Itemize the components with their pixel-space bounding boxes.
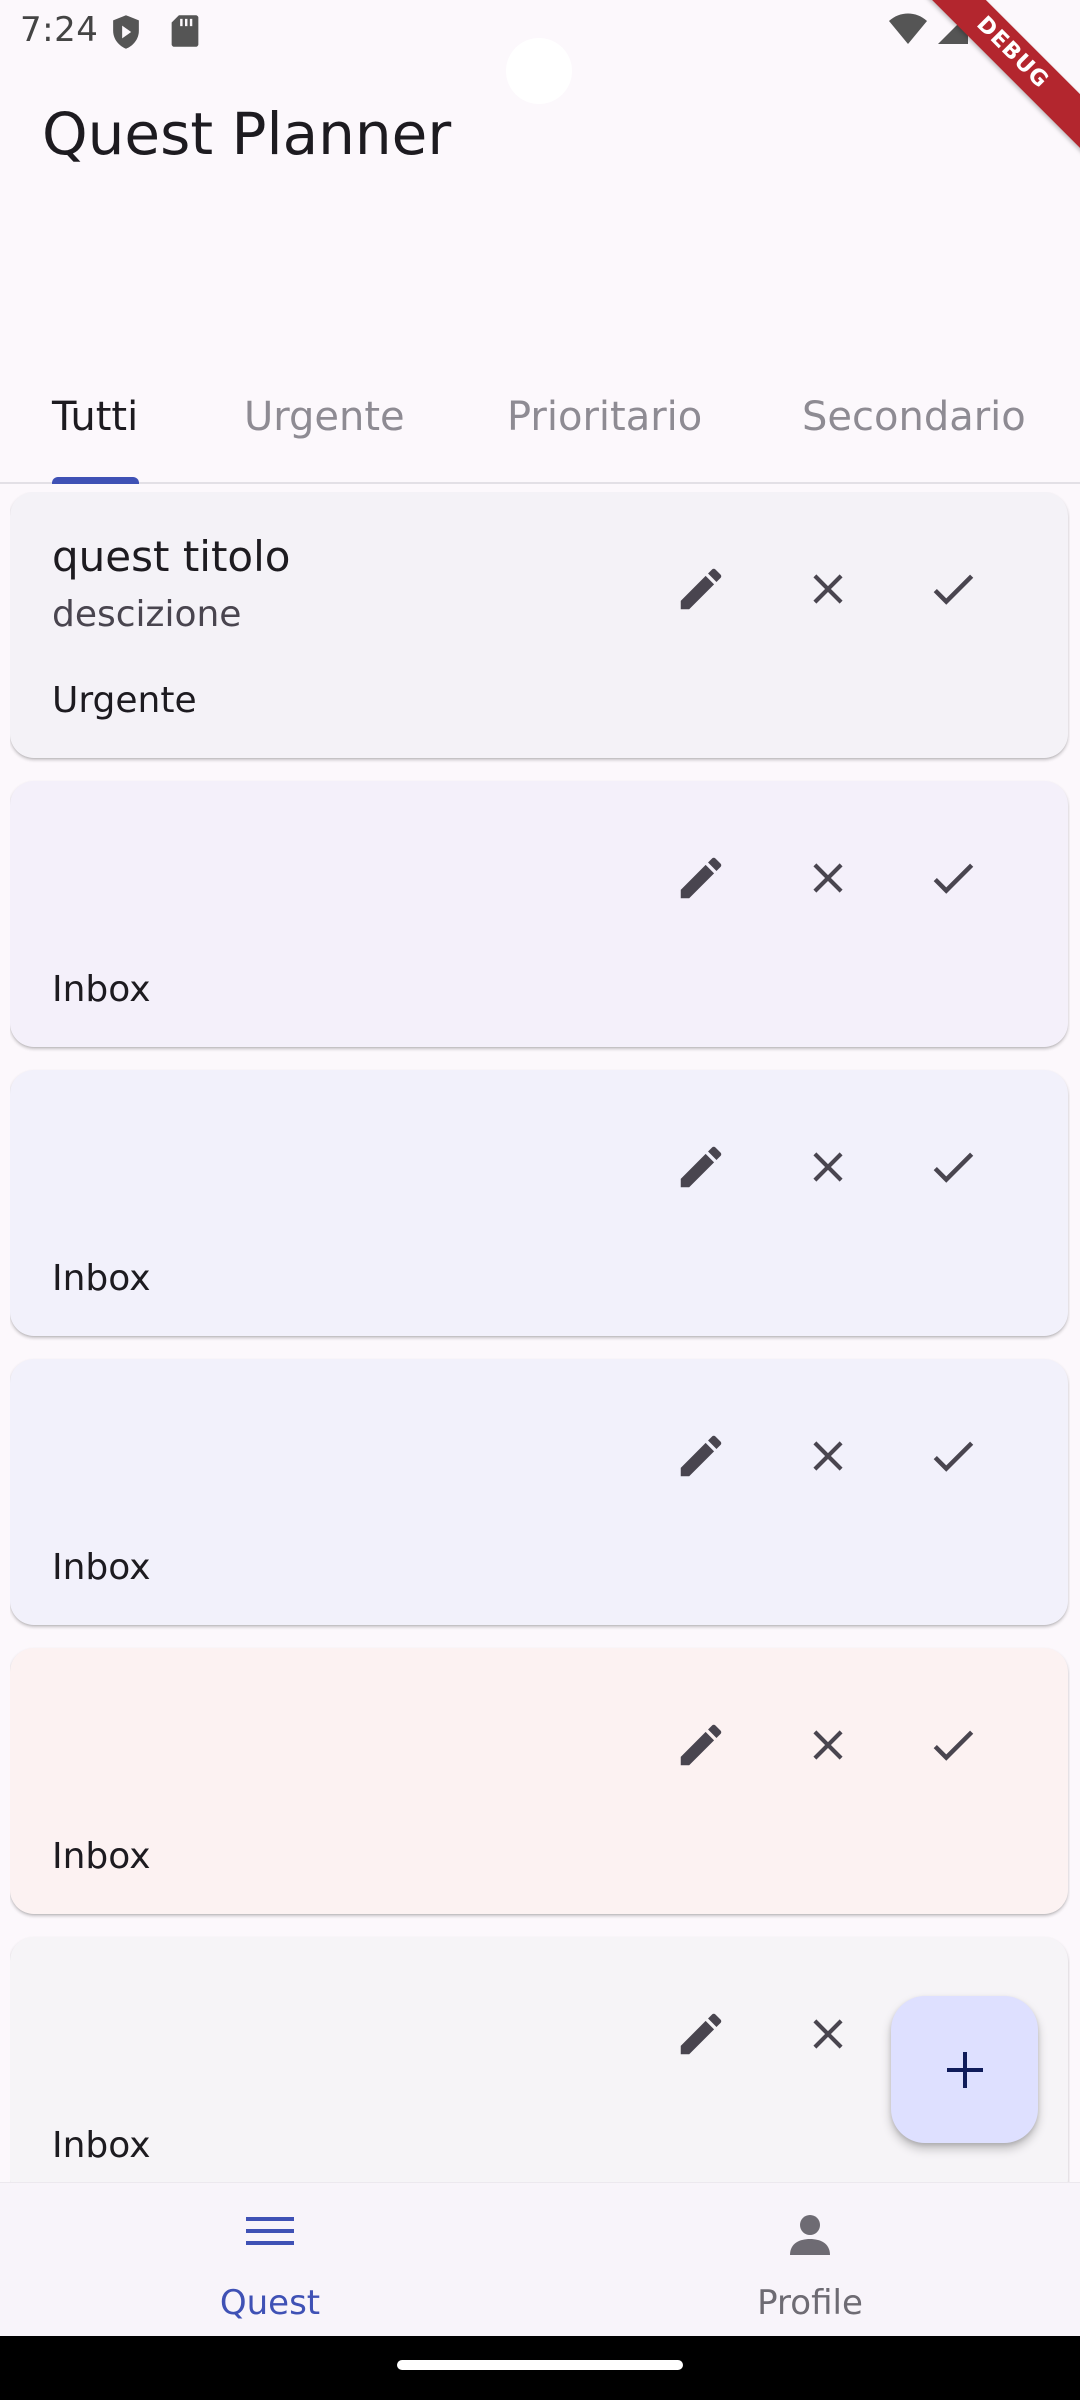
quest-category: Inbox	[52, 969, 151, 1010]
complete-button[interactable]	[916, 841, 990, 915]
plus-icon	[946, 2051, 983, 2088]
edit-button[interactable]	[664, 1997, 738, 2071]
quest-description: descizione	[52, 594, 242, 635]
quest-card[interactable]: Inbox	[10, 1070, 1068, 1336]
edit-button[interactable]	[664, 1419, 738, 1493]
quest-card[interactable]: quest titolo descizione Urgente	[10, 492, 1068, 758]
edit-icon	[674, 851, 728, 905]
edit-icon	[674, 1140, 728, 1194]
quest-category: Urgente	[52, 680, 197, 721]
camera-cutout	[506, 38, 572, 104]
quest-card[interactable]: Inbox	[10, 781, 1068, 1047]
tab-indicator	[52, 477, 139, 484]
quest-title: quest titolo	[52, 532, 291, 581]
tab-tutti[interactable]: Tutti	[52, 394, 138, 440]
check-icon	[926, 1718, 980, 1772]
check-icon	[926, 562, 980, 616]
quest-list: quest titolo descizione Urgente Inbox Inbox I…	[10, 492, 1070, 2182]
edit-icon	[674, 1718, 728, 1772]
complete-button[interactable]	[916, 1419, 990, 1493]
nav-item-profile[interactable]: Profile	[540, 2183, 1080, 2337]
complete-button[interactable]	[916, 552, 990, 626]
delete-button[interactable]	[791, 1997, 865, 2071]
page-title: Quest Planner	[42, 100, 452, 168]
nav-label-profile: Profile	[757, 2283, 863, 2323]
shield-icon	[110, 14, 142, 54]
delete-button[interactable]	[791, 841, 865, 915]
home-handle[interactable]	[397, 2360, 683, 2370]
quest-category: Inbox	[52, 1258, 151, 1299]
status-time: 7:24	[20, 10, 99, 50]
check-icon	[926, 1429, 980, 1483]
sd-card-icon	[170, 14, 200, 52]
close-icon	[803, 564, 853, 614]
complete-button[interactable]	[916, 1708, 990, 1782]
quest-card[interactable]: Inbox	[10, 1648, 1068, 1914]
delete-button[interactable]	[791, 1708, 865, 1782]
nav-item-quest[interactable]: Quest	[0, 2183, 540, 2337]
close-icon	[803, 1720, 853, 1770]
edit-button[interactable]	[664, 552, 738, 626]
edit-icon	[674, 2007, 728, 2061]
tab-bar: Tutti Urgente Prioritario Secondario	[0, 380, 1080, 484]
edit-button[interactable]	[664, 841, 738, 915]
quest-category: Inbox	[52, 1836, 151, 1877]
quest-category: Inbox	[52, 2125, 151, 2166]
close-icon	[803, 1431, 853, 1481]
bottom-navigation: Quest Profile	[0, 2182, 1080, 2337]
quest-card[interactable]: Inbox	[10, 1359, 1068, 1625]
nav-label-quest: Quest	[219, 2283, 321, 2323]
tab-secondario[interactable]: Secondario	[802, 394, 1026, 440]
edit-icon	[674, 1429, 728, 1483]
delete-button[interactable]	[791, 1130, 865, 1204]
check-icon	[926, 1140, 980, 1194]
tab-urgente[interactable]: Urgente	[244, 394, 405, 440]
wifi-icon	[888, 12, 928, 50]
delete-button[interactable]	[791, 552, 865, 626]
close-icon	[803, 2009, 853, 2059]
close-icon	[803, 1142, 853, 1192]
delete-button[interactable]	[791, 1419, 865, 1493]
edit-button[interactable]	[664, 1130, 738, 1204]
person-icon	[786, 2211, 834, 2263]
gesture-bar	[0, 2336, 1080, 2400]
menu-icon	[244, 2211, 296, 2255]
quest-category: Inbox	[52, 1547, 151, 1588]
close-icon	[803, 853, 853, 903]
add-quest-button[interactable]	[891, 1996, 1038, 2143]
edit-icon	[674, 562, 728, 616]
check-icon	[926, 851, 980, 905]
complete-button[interactable]	[916, 1130, 990, 1204]
tab-prioritario[interactable]: Prioritario	[507, 394, 702, 440]
edit-button[interactable]	[664, 1708, 738, 1782]
